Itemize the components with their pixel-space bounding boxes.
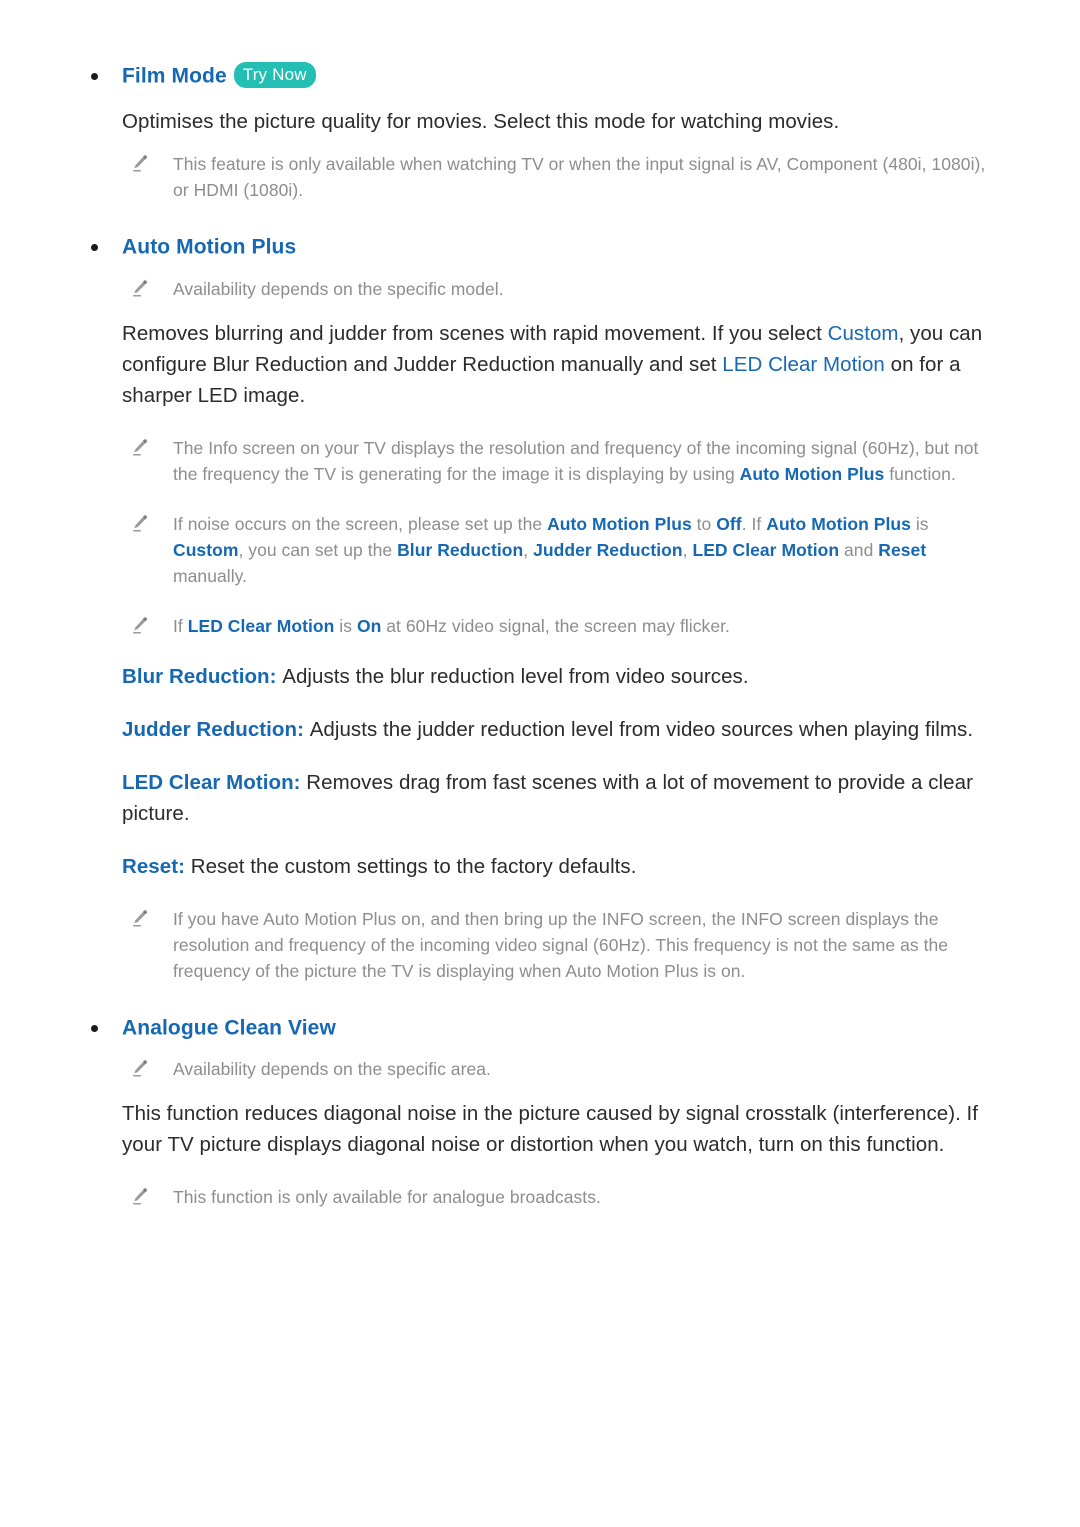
try-now-badge[interactable]: Try Now [233, 62, 316, 89]
term-custom: Custom [827, 321, 899, 345]
pencil-note-icon [133, 279, 148, 297]
text-fragment: Removes blurring and judder from scenes … [122, 321, 828, 345]
definition-description: Reset the custom settings to the factory… [190, 854, 637, 878]
pencil-note-icon [133, 1059, 148, 1077]
auto-motion-plus-description: Removes blurring and judder from scenes … [122, 318, 1000, 411]
manual-page: Film Mode Try Now Optimises the picture q… [0, 0, 1080, 1527]
term-reset: Reset [878, 539, 927, 560]
definition-led-clear-motion: LED Clear Motion: Removes drag from fast… [122, 767, 1000, 829]
feature-heading-analogue-clean-view: Analogue Clean View [91, 1014, 1000, 1042]
section-analogue-clean-view: Analogue Clean View [80, 1014, 1000, 1042]
text-fragment: manually. [173, 565, 248, 586]
text-fragment: is [334, 615, 357, 636]
note-info-screen: The Info screen on your TV displays the … [128, 435, 1000, 487]
note-text: If LED Clear Motion is On at 60Hz video … [173, 616, 730, 636]
term-led-clear-motion: LED Clear Motion [692, 539, 840, 560]
note-analogue-broadcasts-only: This function is only available for anal… [128, 1184, 1000, 1210]
pencil-note-icon [133, 155, 148, 172]
definition-separator: : [178, 854, 191, 878]
definition-reset: Reset: Reset the custom settings to the … [122, 851, 1000, 882]
analogue-clean-view-description: This function reduces diagonal noise in … [122, 1102, 979, 1157]
definition-separator: : [269, 664, 283, 688]
note-noise-occurs: If noise occurs on the screen, please se… [128, 511, 1000, 589]
text-fragment: If [173, 615, 188, 636]
note-text: If you have Auto Motion Plus on, and the… [173, 908, 949, 981]
text-fragment: to [691, 513, 717, 534]
film-mode-description: Optimises the picture quality for movies… [122, 110, 840, 134]
term-led-clear-motion: LED Clear Motion [722, 352, 885, 376]
bullet-icon [91, 1024, 98, 1032]
note-text: Availability depends on the specific are… [173, 1059, 491, 1080]
note-text: The Info screen on your TV displays the … [173, 438, 978, 484]
definition-description: Adjusts the judder reduction level from … [309, 717, 974, 741]
text-fragment: at 60Hz video signal, the screen may fli… [381, 615, 730, 636]
section-auto-motion-plus: Auto Motion Plus [80, 233, 1000, 261]
text-fragment: , [523, 539, 534, 560]
pencil-note-icon [133, 616, 148, 634]
definition-term: Judder Reduction [122, 717, 298, 741]
text-fragment: and [839, 539, 879, 560]
term-on: On [356, 615, 382, 636]
note-analogue-clean-view-availability: Availability depends on the specific are… [128, 1056, 1000, 1082]
note-text: Availability depends on the specific mod… [173, 278, 504, 299]
pencil-note-icon [133, 909, 148, 927]
text-fragment: If noise occurs on the screen, please se… [173, 513, 548, 534]
pencil-note-icon [133, 1187, 148, 1205]
term-led-clear-motion: LED Clear Motion [187, 615, 335, 636]
feature-heading-film-mode: Film Mode Try Now [91, 62, 1000, 90]
term-off: Off [716, 513, 742, 534]
term-auto-motion-plus: Auto Motion Plus [739, 463, 885, 484]
definition-term: Blur Reduction [122, 664, 270, 688]
pencil-note-icon [133, 438, 148, 456]
term-blur-reduction: Blur Reduction [397, 539, 524, 560]
definition-blur-reduction: Blur Reduction: Adjusts the blur reducti… [122, 661, 1000, 692]
feature-title: Film Mode [122, 64, 227, 88]
text-fragment: , you can set up the [238, 539, 398, 560]
definition-description: Adjusts the blur reduction level from vi… [282, 664, 749, 688]
note-led-clear-motion-flicker: If LED Clear Motion is On at 60Hz video … [128, 613, 1000, 639]
term-auto-motion-plus: Auto Motion Plus [766, 513, 911, 534]
definition-judder-reduction: Judder Reduction: Adjusts the judder red… [122, 714, 1000, 745]
note-info-screen-frequency: If you have Auto Motion Plus on, and the… [128, 906, 1000, 984]
definition-separator: : [293, 770, 307, 794]
text-fragment: is [910, 513, 929, 534]
bullet-icon [91, 244, 98, 252]
note-auto-motion-plus-availability: Availability depends on the specific mod… [128, 276, 1000, 302]
note-text: This function is only available for anal… [173, 1187, 601, 1208]
note-film-mode-availability: This feature is only available when watc… [128, 151, 1000, 203]
pencil-note-icon [133, 514, 148, 532]
section-film-mode: Film Mode Try Now [80, 62, 1000, 90]
term-judder-reduction: Judder Reduction [533, 539, 683, 560]
note-text: This feature is only available when watc… [173, 154, 986, 201]
feature-heading-auto-motion-plus: Auto Motion Plus [91, 233, 1000, 261]
bullet-icon [91, 73, 98, 80]
text-fragment: , [682, 539, 693, 560]
definition-term: Reset [122, 854, 179, 878]
term-auto-motion-plus: Auto Motion Plus [547, 513, 692, 534]
text-fragment: . If [741, 513, 767, 534]
note-text: If noise occurs on the screen, please se… [173, 514, 929, 586]
term-custom: Custom [173, 539, 239, 560]
definition-separator: : [297, 717, 310, 741]
text-fragment: function. [884, 463, 956, 484]
feature-title: Auto Motion Plus [122, 235, 297, 259]
feature-title: Analogue Clean View [122, 1016, 336, 1040]
definition-term: LED Clear Motion [122, 770, 294, 794]
